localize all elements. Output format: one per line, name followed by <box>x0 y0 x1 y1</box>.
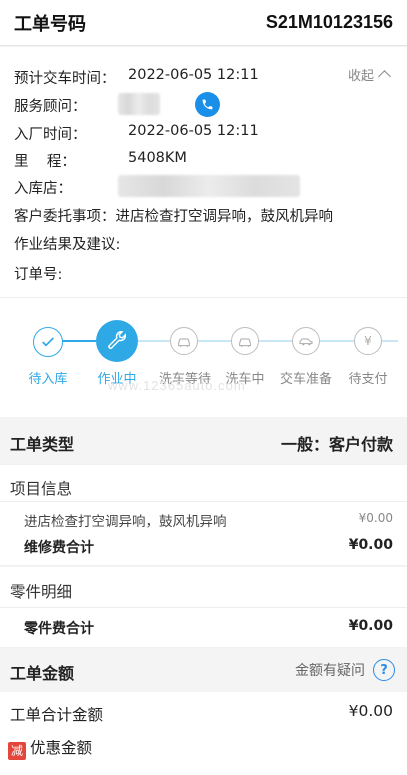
phone-call-button[interactable] <box>195 92 220 117</box>
info-row-entry-time: 入厂时间： 2022-06-05 12:11 <box>14 123 259 144</box>
items-title: 项目信息 <box>10 480 73 498</box>
collapse-button[interactable]: 收起 <box>347 65 391 84</box>
parts-section: 零件明细 零件费合计 ¥0.00 <box>0 567 407 647</box>
chevron-up-icon <box>378 70 391 83</box>
info-label: 作业结果及建议: <box>14 237 121 253</box>
collapse-label: 收起 <box>347 69 374 84</box>
order-type-label: 工单类型 <box>10 435 75 454</box>
info-label: 里 程： <box>14 154 76 170</box>
amount-question-label: 金额有疑问 <box>295 663 365 679</box>
parts-subtotal-label: 零件费合计 <box>24 621 94 637</box>
info-row-advisor: 服务顾问： <box>14 95 87 116</box>
amount-section: 工单合计金额 ¥0.00 减优惠金额 <box>0 692 407 775</box>
discount-row: 减优惠金额 <box>8 736 92 760</box>
progress-step-label: 待入库 <box>28 372 68 387</box>
order-type-value: 一般：客户付款 <box>280 435 393 454</box>
order-info-panel: 收起 预计交车时间： 2022-06-05 12:11 服务顾问： 入厂时间： … <box>0 47 407 297</box>
info-value: 2022-06-05 12:11 <box>128 67 259 83</box>
items-section: 项目信息 进店检查打空调异响，鼓风机异响 ¥0.00 维修费合计 ¥0.00 <box>0 465 407 565</box>
watermark: www.12365auto.com <box>108 378 246 393</box>
repair-subtotal-label: 维修费合计 <box>24 540 94 556</box>
info-label: 订单号: <box>14 267 63 283</box>
total-amount: ¥0.00 <box>348 702 393 720</box>
info-row-mileage: 里 程： 5408KM <box>14 150 187 171</box>
amount-section-header: 工单金额 金额有疑问 ? <box>0 648 407 692</box>
info-row-store: 入库店： <box>14 177 72 198</box>
info-label: 入厂时间： <box>14 127 87 143</box>
order-header: 工单号码 S21M10123156 <box>0 0 407 46</box>
repair-subtotal: ¥0.00 <box>348 537 393 553</box>
order-number: S21M10123156 <box>265 12 393 32</box>
order-type-section: 工单类型 一般：客户付款 <box>0 418 407 464</box>
yen-icon: ¥ <box>354 327 382 355</box>
redacted-advisor-name <box>118 93 160 115</box>
amount-question-link[interactable]: 金额有疑问 ? <box>295 659 395 681</box>
progress-step-label: 待支付 <box>348 372 388 387</box>
car-icon <box>170 327 198 355</box>
info-label: 入库店： <box>14 181 72 197</box>
redacted-store-name <box>118 175 300 197</box>
total-amount-label: 工单合计金额 <box>10 706 104 724</box>
parts-subtotal: ¥0.00 <box>348 618 393 634</box>
order-number-title: 工单号码 <box>14 13 86 35</box>
info-label: 客户委托事项： <box>14 209 116 225</box>
item-name: 进店检查打空调异响，鼓风机异响 <box>24 514 227 530</box>
info-label: 服务顾问： <box>14 99 87 115</box>
check-icon <box>33 327 63 357</box>
progress-tracker: 待入库 作业中 洗车等待 洗车中 交车准备 ¥ 待支付 www.12365aut… <box>0 297 407 417</box>
item-price: ¥0.00 <box>358 511 393 525</box>
help-icon: ? <box>373 659 395 681</box>
car-side-icon <box>292 327 320 355</box>
info-row-result: 作业结果及建议: <box>14 233 120 254</box>
info-label: 预计交车时间： <box>14 71 116 87</box>
info-row-eta: 预计交车时间： 2022-06-05 12:11 <box>14 67 259 88</box>
discount-badge: 减 <box>8 742 26 760</box>
info-row-order-id: 订单号: <box>14 263 62 284</box>
divider <box>0 607 407 608</box>
wrench-icon <box>96 320 138 362</box>
divider <box>0 501 407 502</box>
parts-title: 零件明细 <box>10 583 73 601</box>
phone-icon <box>202 99 213 110</box>
info-value: 5408KM <box>128 150 187 166</box>
progress-step-label: 交车准备 <box>279 372 332 387</box>
info-row-request: 客户委托事项：进店检查打空调异响，鼓风机异响 <box>14 205 333 226</box>
info-value: 进店检查打空调异响，鼓风机异响 <box>115 209 334 225</box>
info-value: 2022-06-05 12:11 <box>128 123 259 139</box>
discount-label: 优惠金额 <box>30 739 93 757</box>
car-icon <box>231 327 259 355</box>
amount-title: 工单金额 <box>10 664 75 683</box>
